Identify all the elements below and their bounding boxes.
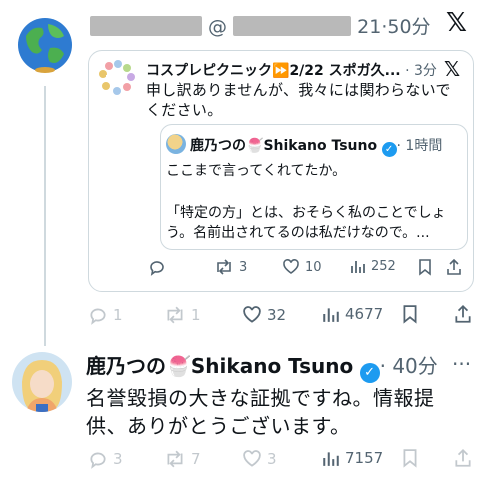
quoted-share-icon[interactable] xyxy=(446,258,462,280)
thread-line xyxy=(44,86,46,346)
views-count: 7157 xyxy=(345,449,384,467)
heart-icon xyxy=(243,450,261,467)
reply-count: 1 xyxy=(113,306,123,324)
reply-time[interactable]: · 40分 xyxy=(380,354,438,378)
quoted-x-logo-icon[interactable]: 𝕏 xyxy=(444,57,460,81)
inner-quote-line-3: う。名前出されてるのは私だけなので。... xyxy=(166,225,430,241)
quoted-headline: 2/22 スポガ久... xyxy=(289,63,401,79)
reply-reply-button[interactable]: 3 xyxy=(88,449,123,469)
retweet-button[interactable]: 1 xyxy=(164,305,201,325)
views-button[interactable]: 4677 xyxy=(322,305,383,323)
reply-icon xyxy=(90,308,106,325)
quoted-bookmark-icon[interactable] xyxy=(418,259,432,280)
reply-text-line-1: 名誉毀損の大きな証拠ですね。情報提 xyxy=(86,386,435,410)
reply-count: 3 xyxy=(113,450,123,468)
inner-quote-line-1: ここまで言ってくれてたか。 xyxy=(166,163,347,179)
quoted-reply-button[interactable] xyxy=(148,258,171,276)
cosplayer-avatar[interactable] xyxy=(12,352,72,412)
reply-button[interactable]: 1 xyxy=(88,305,123,325)
quoted-views-button[interactable]: 252 xyxy=(350,258,396,274)
reply-handle-name[interactable]: Shikano Tsuno xyxy=(191,354,353,378)
views-icon xyxy=(351,261,365,273)
retweet-count: 3 xyxy=(239,259,248,275)
views-icon xyxy=(323,308,339,322)
reply-text-line-2: 供、ありがとうございます。 xyxy=(86,414,351,438)
globe-avatar[interactable] xyxy=(16,16,74,74)
cospure-logo-icon xyxy=(94,56,138,100)
quoted-account-name[interactable]: コスプレピクニック xyxy=(146,63,272,79)
reply-icon xyxy=(150,261,164,276)
verified-badge-icon: ✓ xyxy=(381,142,397,157)
reply-share-icon[interactable] xyxy=(454,448,472,472)
heart-icon xyxy=(243,306,261,323)
like-count: 10 xyxy=(305,259,322,275)
retweet-count: 1 xyxy=(191,306,201,324)
like-count: 32 xyxy=(267,306,287,324)
inner-quote-handle-name[interactable]: Shikano Tsuno xyxy=(263,138,377,154)
share-icon[interactable] xyxy=(454,304,472,328)
views-count: 252 xyxy=(371,258,396,274)
views-icon xyxy=(323,452,339,466)
at-sign: @ xyxy=(208,16,228,38)
reply-icon xyxy=(90,452,106,469)
tweet-meta: @ 21·50分 xyxy=(90,12,431,39)
fast-forward-icon: ⏩ xyxy=(272,63,290,79)
retweet-icon xyxy=(217,259,231,275)
heart-icon xyxy=(283,259,299,274)
like-button[interactable]: 32 xyxy=(242,305,286,325)
redacted-handle xyxy=(233,16,352,36)
inner-quote-line-2: 「特定の方」とは、おそらく私のことでしょ xyxy=(166,205,446,221)
retweet-count: 7 xyxy=(191,450,201,468)
reply-like-button[interactable]: 3 xyxy=(242,449,277,469)
inner-quote-time[interactable]: · 1時間 xyxy=(397,138,443,154)
quoted-like-button[interactable]: 10 xyxy=(282,258,322,276)
like-count: 3 xyxy=(267,450,277,468)
retweet-icon xyxy=(167,306,183,324)
quoted-time[interactable]: · 3分 xyxy=(405,63,437,79)
reply-author-name[interactable]: 鹿乃つの xyxy=(86,354,166,378)
reply-views-button[interactable]: 7157 xyxy=(322,449,383,467)
x-logo-icon[interactable]: 𝕏 xyxy=(446,8,467,38)
reply-bookmark-icon[interactable] xyxy=(402,449,418,472)
retweet-icon xyxy=(167,450,183,468)
reply-header: 鹿乃つの🍧Shikano Tsuno ✓ · 40分 xyxy=(86,350,438,383)
inner-quote-header: 鹿乃つの🍧Shikano Tsuno ✓ · 1時間 xyxy=(190,135,442,157)
inner-avatar[interactable] xyxy=(166,134,186,154)
shaved-ice-icon: 🍧 xyxy=(166,354,191,378)
bookmark-icon[interactable] xyxy=(402,305,418,328)
redacted-name xyxy=(90,16,202,36)
shaved-ice-icon: 🍧 xyxy=(246,138,264,154)
quoted-retweet-button[interactable]: 3 xyxy=(214,258,247,276)
reply-retweet-button[interactable]: 7 xyxy=(164,449,201,469)
verified-badge-icon: ✓ xyxy=(359,363,380,383)
views-count: 4677 xyxy=(345,305,384,323)
quoted-header: コスプレピクニック⏩2/22 スポガ久... · 3分 xyxy=(146,60,437,80)
inner-quote-name[interactable]: 鹿乃つの xyxy=(190,138,246,154)
tweet-time[interactable]: 21·50分 xyxy=(357,16,430,38)
more-options-icon[interactable]: ··· xyxy=(452,352,471,376)
quoted-text: 申し訳ありませんが、我々には関わらないでください。 xyxy=(146,81,451,119)
